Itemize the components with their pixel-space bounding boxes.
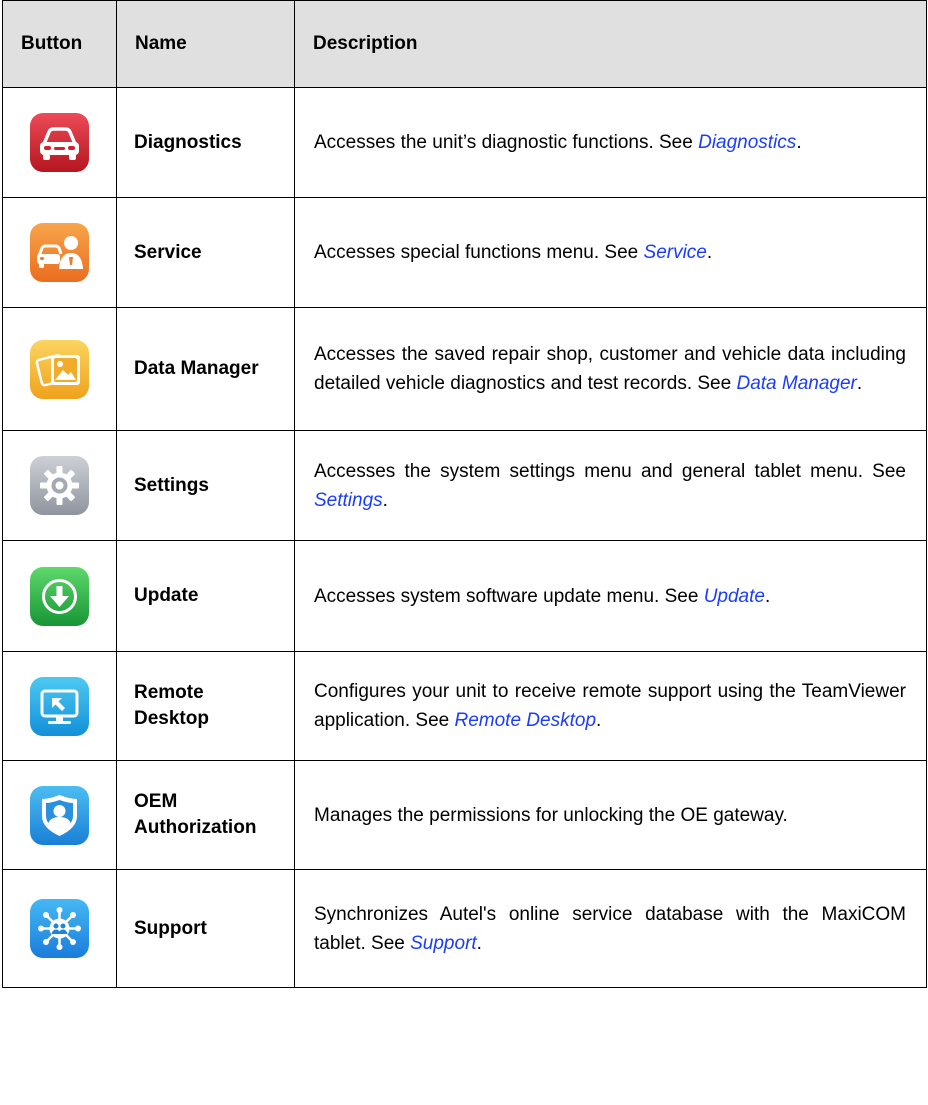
row-description: Manages the permissions for unlocking th… [294,760,927,870]
diagnostics-car-icon[interactable] [30,113,89,172]
row-name: Data Manager [116,307,295,431]
service-link[interactable]: Service [644,242,707,263]
remote-desktop-monitor-icon[interactable] [30,676,89,736]
table-row: Remote Desktop Configures your unit to re… [2,651,927,761]
support-network-icon[interactable] [30,899,89,958]
row-name: Settings [116,430,295,541]
service-car-person-icon[interactable] [30,223,89,282]
table-row: OEM Authorization Manages the permissions… [2,760,927,870]
table-row: Diagnostics Accesses the unit’s diagnost… [2,87,927,198]
diagnostics-link[interactable]: Diagnostics [698,132,796,153]
row-description: Accesses the unit’s diagnostic functions… [294,87,927,198]
row-description: Accesses the saved repair shop, customer… [294,307,927,431]
table-row: Data Manager Accesses the saved repair s… [2,307,927,431]
row-name: Update [116,540,295,652]
row-name: Service [116,197,295,308]
table-row: Support Synchronizes Autel's online serv… [2,869,927,988]
settings-gear-icon[interactable] [30,456,89,515]
update-link[interactable]: Update [704,586,765,607]
settings-link[interactable]: Settings [314,490,383,511]
row-name: OEM Authorization [116,760,295,870]
oem-authorization-shield-icon[interactable] [30,785,89,845]
header-description: Description [294,0,927,88]
data-manager-link[interactable]: Data Manager [736,373,856,394]
row-description: Configures your unit to receive remote s… [294,651,927,761]
table-row: Settings Accesses the system settings me… [2,430,927,541]
table-row: Update Accesses system software update m… [2,540,927,652]
table-header-row: Button Name Description [2,0,927,88]
buttons-table: Button Name Description Diagnostics Acce… [2,0,927,988]
row-description: Synchronizes Autel's online service data… [294,869,927,988]
row-name: Remote Desktop [116,651,295,761]
row-name: Support [116,869,295,988]
remote-desktop-link[interactable]: Remote Desktop [455,710,597,731]
row-description: Accesses special functions menu. See Ser… [294,197,927,308]
header-button: Button [2,0,117,88]
row-description: Accesses the system settings menu and ge… [294,430,927,541]
header-name: Name [116,0,295,88]
data-manager-photos-icon[interactable] [30,339,89,399]
table-row: Service Accesses special functions menu.… [2,197,927,308]
row-description: Accesses system software update menu. Se… [294,540,927,652]
row-name: Diagnostics [116,87,295,198]
support-link[interactable]: Support [410,933,477,954]
update-download-icon[interactable] [30,566,89,626]
